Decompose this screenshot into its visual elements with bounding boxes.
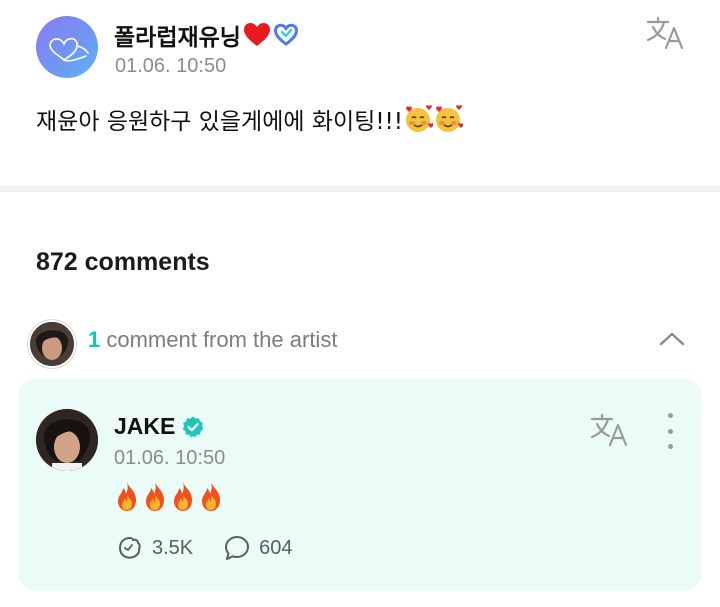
smiling-face-with-hearts-icon <box>406 105 433 132</box>
section-divider <box>0 186 720 192</box>
comment-bubble-icon <box>225 536 250 560</box>
artist-comments-text: comment from the artist <box>100 327 338 352</box>
like-reaction-icon <box>119 537 141 559</box>
post-body: 재윤아 응원하구 있을게에에 화이팅!!! <box>36 102 463 136</box>
translate-icon[interactable] <box>590 413 630 447</box>
artist-comments-count: 1 <box>88 327 101 352</box>
fire-icon <box>118 482 136 511</box>
artist-comment-content <box>114 481 224 513</box>
post-author[interactable]: 폴라럽재유닝 <box>114 18 299 52</box>
reply-count: 604 <box>259 536 293 559</box>
verified-badge-icon <box>183 416 204 437</box>
smiling-face-with-hearts-icon <box>436 105 463 132</box>
heart-doodle-icon <box>49 37 89 62</box>
fire-icon <box>202 482 220 511</box>
translate-icon[interactable] <box>646 16 686 50</box>
more-options-icon[interactable] <box>658 413 682 449</box>
artist-comments-label: 1 comment from the artist <box>88 327 337 353</box>
chevron-up-icon[interactable] <box>658 328 686 350</box>
artist-comments-toggle[interactable]: 1 comment from the artist <box>28 318 692 368</box>
fire-icon <box>146 482 164 511</box>
blue-heart-icon <box>273 23 298 46</box>
post-author-name: 폴라럽재유닝 <box>114 25 241 51</box>
artist-author[interactable]: JAKE <box>114 413 205 440</box>
red-heart-icon <box>243 23 270 46</box>
post: 폴라럽재유닝 01.06. 10:50 재윤아 응원하구 있을게에에 화이팅!!… <box>0 0 720 186</box>
fire-icon <box>174 482 192 511</box>
like-count: 3.5K <box>152 536 194 559</box>
post-text: 재윤아 응원하구 있을게에에 화이팅!!! <box>36 109 403 135</box>
artist-comment-actions: 3.5K 604 <box>116 534 323 562</box>
author-avatar[interactable] <box>36 16 98 78</box>
like-button[interactable]: 3.5K <box>116 534 193 562</box>
post-timestamp: 01.06. 10:50 <box>115 55 227 77</box>
reply-button[interactable]: 604 <box>223 534 293 562</box>
comments-count: 872 comments <box>36 248 210 276</box>
artist-comment-timestamp: 01.06. 10:50 <box>114 447 226 469</box>
artist-comment-card: JAKE 01.06. 10:50 3.5K 604 <box>18 379 702 591</box>
artist-avatar-small <box>28 320 76 368</box>
artist-avatar[interactable] <box>36 409 98 471</box>
artist-name: JAKE <box>114 413 176 439</box>
